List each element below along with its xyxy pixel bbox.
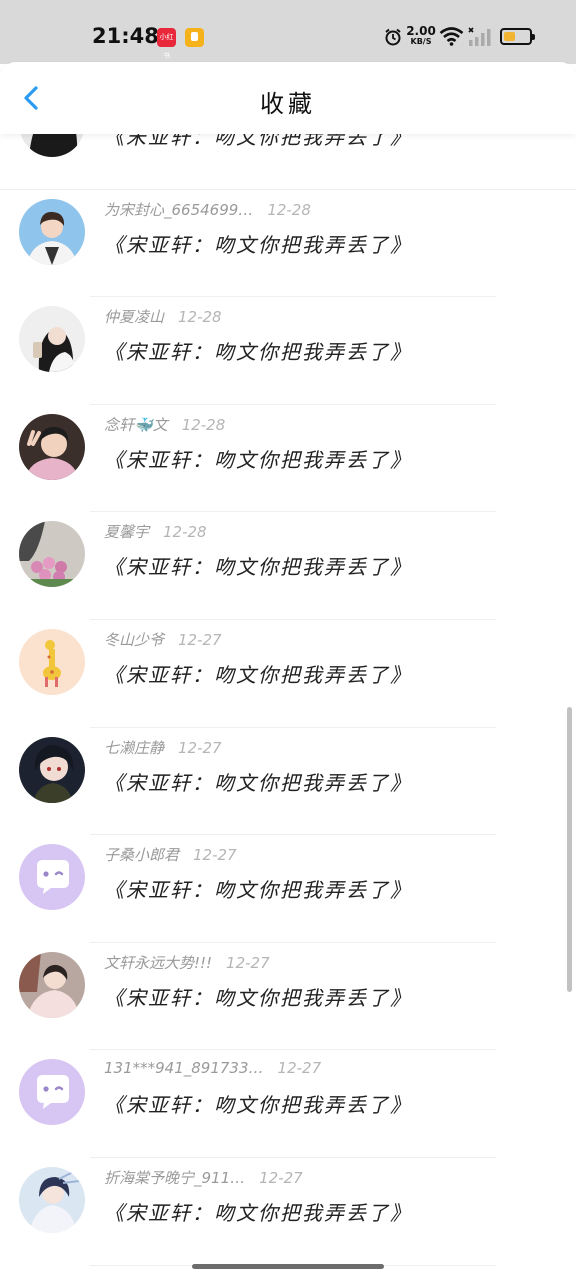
item-meta: 子桑小郎君 12-27	[104, 844, 237, 865]
item-date: 12-27	[193, 846, 237, 865]
favorite-item[interactable]: 为宋封心_6654699… 12-28 《宋亚轩：吻文你把我弄丢了》	[0, 190, 576, 298]
username[interactable]: 仲夏凌山	[104, 308, 164, 326]
username[interactable]: 131***941_891733…	[104, 1059, 264, 1077]
avatar[interactable]	[19, 306, 85, 373]
avatar[interactable]	[19, 413, 85, 480]
nav-header: 收藏	[0, 62, 576, 134]
favorites-list: 深渊_52138053158…12-28《宋亚轩：吻文你把我弄丢了》为宋封心_6…	[0, 91, 576, 1266]
item-message[interactable]: 《宋亚轩：吻文你把我弄丢了》	[104, 1089, 412, 1118]
item-message[interactable]: 《宋亚轩：吻文你把我弄丢了》	[104, 874, 412, 903]
status-time: 21:48	[92, 24, 159, 48]
avatar[interactable]	[19, 628, 85, 695]
avatar[interactable]	[19, 844, 85, 911]
item-meta: 念轩🐳文 12-28	[104, 414, 225, 435]
item-message[interactable]: 《宋亚轩：吻文你把我弄丢了》	[104, 229, 412, 258]
favorite-item[interactable]: 七濑庄静 12-27 《宋亚轩：吻文你把我弄丢了》	[0, 728, 576, 836]
notification-app-icon	[185, 28, 204, 47]
avatar[interactable]	[19, 198, 85, 265]
item-meta: 为宋封心_6654699… 12-28	[104, 199, 311, 220]
battery-fill	[504, 32, 515, 41]
item-date: 12-27	[277, 1059, 322, 1078]
item-date: 12-27	[178, 630, 222, 649]
item-date: 12-28	[163, 523, 207, 542]
item-message[interactable]: 《宋亚轩：吻文你把我弄丢了》	[104, 982, 412, 1011]
favorite-item[interactable]: 子桑小郎君 12-27 《宋亚轩：吻文你把我弄丢了》	[0, 835, 576, 943]
item-message[interactable]: 《宋亚轩：吻文你把我弄丢了》	[104, 1197, 412, 1226]
alarm-icon	[385, 28, 401, 46]
username[interactable]: 念轩🐳文	[104, 416, 168, 434]
avatar[interactable]	[19, 736, 85, 803]
home-indicator[interactable]	[192, 1264, 384, 1269]
item-message[interactable]: 《宋亚轩：吻文你把我弄丢了》	[104, 336, 412, 365]
avatar[interactable]	[19, 1166, 85, 1233]
favorite-item[interactable]: 夏馨宇 12-28 《宋亚轩：吻文你把我弄丢了》	[0, 512, 576, 620]
item-meta: 七濑庄静 12-27	[104, 737, 222, 758]
username[interactable]: 冬山少爷	[104, 631, 164, 649]
item-meta: 文轩永远大势!!! 12-27	[104, 952, 270, 973]
screen: 21:48 小红书 2.00 KB/S 收藏 《宋亚轩：吻文你把我弄丢了》 为宋…	[0, 0, 576, 1280]
battery-icon	[500, 28, 535, 45]
favorite-item[interactable]: 念轩🐳文 12-28 《宋亚轩：吻文你把我弄丢了》	[0, 405, 576, 513]
username[interactable]: 夏馨宇	[104, 523, 149, 541]
item-date: 12-27	[226, 953, 270, 972]
wifi-icon	[439, 27, 464, 46]
item-meta: 131***941_891733… 12-27	[104, 1059, 321, 1077]
favorite-item[interactable]: 折海棠予晚宁_911… 12-27 《宋亚轩：吻文你把我弄丢了》	[0, 1158, 576, 1266]
net-speed-value: 2.00	[406, 24, 436, 38]
favorite-item[interactable]: 仲夏凌山 12-28 《宋亚轩：吻文你把我弄丢了》	[0, 297, 576, 405]
status-bar: 21:48 小红书 2.00 KB/S	[0, 0, 576, 64]
item-meta: 夏馨宇 12-28	[104, 521, 207, 542]
net-speed: 2.00 KB/S	[406, 25, 436, 46]
item-meta: 冬山少爷 12-27	[104, 629, 222, 650]
avatar[interactable]	[19, 521, 85, 588]
net-speed-unit: KB/S	[410, 37, 432, 46]
item-meta: 仲夏凌山 12-28	[104, 306, 222, 327]
item-date: 12-28	[178, 308, 222, 327]
signal-icon	[468, 27, 491, 46]
item-date: 12-27	[259, 1168, 303, 1187]
username[interactable]: 为宋封心_6654699…	[104, 201, 253, 219]
username[interactable]: 子桑小郎君	[104, 846, 179, 864]
item-meta: 折海棠予晚宁_911… 12-27	[104, 1167, 303, 1188]
item-message[interactable]: 《宋亚轩：吻文你把我弄丢了》	[104, 551, 412, 580]
username[interactable]: 七濑庄静	[104, 739, 164, 757]
scrollbar-thumb[interactable]	[567, 707, 572, 992]
page-title: 收藏	[260, 90, 316, 118]
favorite-item[interactable]: 131***941_891733… 12-27 《宋亚轩：吻文你把我弄丢了》	[0, 1050, 576, 1158]
favorite-item[interactable]: 冬山少爷 12-27 《宋亚轩：吻文你把我弄丢了》	[0, 620, 576, 728]
xiaohongshu-app-icon: 小红书	[157, 28, 176, 60]
favorite-item[interactable]: 文轩永远大势!!! 12-27 《宋亚轩：吻文你把我弄丢了》	[0, 943, 576, 1051]
item-date: 12-28	[267, 200, 311, 219]
item-message[interactable]: 《宋亚轩：吻文你把我弄丢了》	[104, 444, 412, 473]
item-message[interactable]: 《宋亚轩：吻文你把我弄丢了》	[104, 659, 412, 688]
item-date: 12-27	[178, 738, 222, 757]
item-date: 12-28	[181, 415, 226, 434]
avatar[interactable]	[19, 1059, 85, 1126]
avatar[interactable]	[19, 951, 85, 1018]
item-message[interactable]: 《宋亚轩：吻文你把我弄丢了》	[104, 767, 412, 796]
username[interactable]: 折海棠予晚宁_911…	[104, 1169, 245, 1187]
username[interactable]: 文轩永远大势!!!	[104, 954, 212, 972]
